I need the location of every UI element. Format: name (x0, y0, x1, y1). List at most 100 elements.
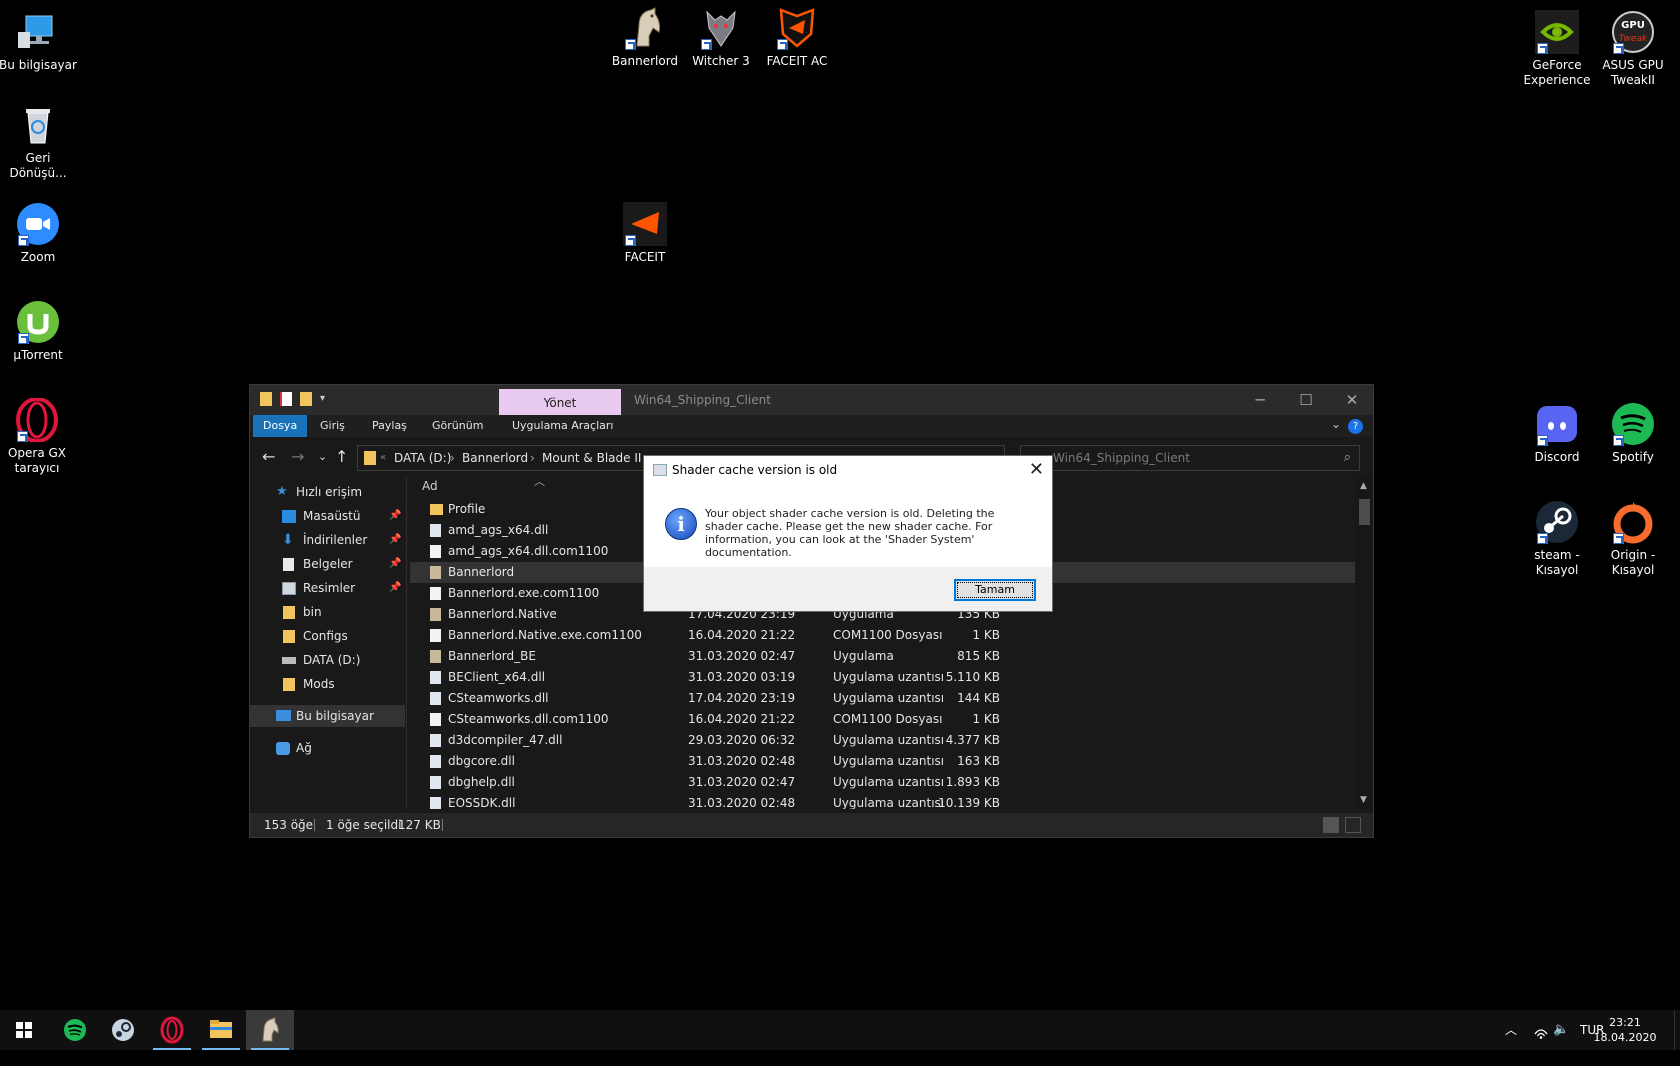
details-view-icon[interactable] (1323, 817, 1339, 833)
forward-arrow-icon[interactable]: → (291, 447, 304, 466)
large-icons-view-icon[interactable] (1345, 817, 1361, 833)
taskbar-spotify[interactable] (51, 1010, 99, 1050)
desktop-icon-faceit-ac[interactable]: FACEIT AC (758, 6, 836, 69)
nav-item-desktop[interactable]: Masaüstü 📌 (250, 505, 405, 527)
taskbar-file-explorer[interactable] (197, 1010, 245, 1050)
up-arrow-icon[interactable]: ↑ (335, 447, 348, 466)
file-name: Bannerlord.exe.com1100 (448, 586, 600, 600)
pin-icon[interactable]: 📌 (389, 505, 401, 527)
nav-item-documents[interactable]: Belgeler 📌 (250, 553, 405, 575)
start-button[interactable] (0, 1010, 48, 1050)
scroll-down-arrow-icon[interactable]: ▼ (1360, 795, 1367, 805)
nvidia-icon (1535, 10, 1579, 54)
file-name: Profile (448, 502, 486, 516)
folder-icon (283, 630, 295, 643)
recent-locations-chevron-icon[interactable]: ⌄ (318, 450, 327, 463)
nav-item-downloads[interactable]: ⬇ İndirilenler 📌 (250, 529, 405, 551)
tab-share[interactable]: Paylaş (372, 415, 407, 437)
network-wifi-icon[interactable] (1533, 1010, 1549, 1050)
tab-file[interactable]: Dosya (253, 415, 308, 437)
pictures-icon (282, 582, 296, 595)
wolf-medallion-icon (699, 6, 743, 50)
table-row[interactable]: d3dcompiler_47.dll 29.03.2020 06:32 Uygula… (410, 730, 1355, 751)
file-type: Uygulama uzantısı (833, 796, 945, 809)
close-button[interactable]: ✕ (1329, 385, 1375, 415)
new-folder-icon[interactable] (300, 392, 312, 406)
nav-item-data-drive[interactable]: DATA (D:) (250, 649, 405, 671)
desktop-icon-recycle-bin[interactable]: Geri Dönüşü... (0, 103, 77, 181)
tab-home[interactable]: Giriş (320, 415, 345, 437)
desktop-icon-opera-gx[interactable]: Opera GX tarayıcı (0, 397, 75, 476)
desktop-icon-asus-gpu-tweak[interactable]: GPU Tweak ASUS GPU TweakII (1594, 10, 1672, 88)
nav-item-mods[interactable]: Mods (250, 673, 405, 695)
table-row[interactable]: CSteamworks.dll 17.04.2020 23:19 Uygulama … (410, 688, 1355, 709)
desktop-icon-witcher[interactable]: Witcher 3 (682, 6, 760, 69)
search-input[interactable]: Win64_Shipping_Client ⌕ (1020, 445, 1360, 471)
horse-icon (262, 1017, 279, 1042)
desktop-icon-discord[interactable]: Discord (1518, 402, 1596, 465)
nav-item-pictures[interactable]: Resimler 📌 (250, 577, 405, 599)
nav-item-network[interactable]: Ağ (250, 737, 405, 759)
dialog-close-icon[interactable]: ✕ (1029, 459, 1044, 480)
taskbar-steam[interactable] (99, 1010, 147, 1050)
customize-toolbar-icon[interactable]: ▾ (320, 392, 325, 406)
help-icon[interactable]: ? (1348, 419, 1363, 434)
minimize-button[interactable]: ─ (1237, 385, 1283, 415)
search-icon[interactable]: ⌕ (1344, 446, 1351, 470)
table-row[interactable]: CSteamworks.dll.com1100 16.04.2020 21:22 C… (410, 709, 1355, 730)
folder-icon (210, 1020, 232, 1038)
desktop-icon-label: Origin - Kısayol (1610, 548, 1656, 577)
nav-item-configs[interactable]: Configs (250, 625, 405, 647)
back-arrow-icon[interactable]: ← (262, 447, 275, 466)
folder-icon (283, 606, 295, 619)
pin-icon[interactable]: 📌 (389, 553, 401, 575)
overflow-chevron-icon[interactable]: « (380, 446, 386, 470)
folder-icon[interactable] (260, 392, 272, 406)
breadcrumb-mount-blade[interactable]: Mount & Blade II (542, 446, 641, 470)
table-row[interactable]: Bannerlord_BE 31.03.2020 02:47 Uygulama 815… (410, 646, 1355, 667)
shortcut-arrow-icon (701, 39, 712, 50)
show-desktop-button[interactable] (1674, 1010, 1680, 1050)
nav-item-bin[interactable]: bin (250, 601, 405, 623)
breadcrumb-bannerlord[interactable]: Bannerlord (462, 446, 528, 470)
desktop-icon-utorrent[interactable]: µTorrent (0, 300, 77, 363)
table-row[interactable]: EOSSDK.dll 31.03.2020 02:48 Uygulama uzant… (410, 793, 1355, 809)
table-row[interactable]: Bannerlord.Native.exe.com1100 16.04.2020 … (410, 625, 1355, 646)
desktop-icon-zoom[interactable]: Zoom (0, 202, 77, 265)
table-row[interactable]: BEClient_x64.dll 31.03.2020 03:19 Uygulama… (410, 667, 1355, 688)
volume-icon[interactable]: 🔈 (1553, 1010, 1569, 1050)
desktop-icon-this-pc[interactable]: Bu bilgisayar (0, 10, 77, 73)
maximize-button[interactable]: ☐ (1283, 385, 1329, 415)
breadcrumb-separator-icon[interactable]: › (450, 446, 455, 470)
breadcrumb-separator-icon[interactable]: › (530, 446, 535, 470)
desktop-icon-bannerlord[interactable]: Bannerlord (606, 6, 684, 69)
properties-icon[interactable] (280, 392, 292, 406)
table-row[interactable]: dbgcore.dll 31.03.2020 02:48 Uygulama uzan… (410, 751, 1355, 772)
show-hidden-icons-chevron-icon[interactable]: ︿ (1505, 1010, 1517, 1050)
breadcrumb-drive[interactable]: DATA (D:) (394, 446, 451, 470)
system-clock[interactable]: 23:21 18.04.2020 (1590, 1015, 1660, 1045)
table-row[interactable]: dbghelp.dll 31.03.2020 02:47 Uygulama uzan… (410, 772, 1355, 793)
scrollbar-thumb[interactable] (1359, 499, 1370, 525)
tab-application-tools[interactable]: Uygulama Araçları (512, 415, 613, 437)
taskbar-opera-gx[interactable] (148, 1010, 196, 1050)
column-header-name[interactable]: Ad (422, 479, 438, 493)
vertical-scrollbar[interactable]: ▲ ▼ (1356, 477, 1373, 809)
expand-ribbon-icon[interactable]: ⌄ (1331, 417, 1341, 431)
scroll-up-arrow-icon[interactable]: ▲ (1360, 481, 1367, 491)
pin-icon[interactable]: 📌 (389, 577, 401, 599)
tab-view[interactable]: Görünüm (432, 415, 483, 437)
desktop-icon-geforce[interactable]: GeForce Experience (1518, 10, 1596, 88)
taskbar-bannerlord[interactable] (246, 1010, 294, 1050)
ok-button[interactable]: Tamam (954, 579, 1036, 601)
desktop-icon-spotify[interactable]: Spotify (1594, 402, 1672, 465)
shortcut-arrow-icon (1537, 533, 1548, 544)
desktop-icon-steam[interactable]: steam - Kısayol (1518, 500, 1596, 578)
pane-splitter[interactable] (406, 477, 407, 809)
desktop-icon-faceit[interactable]: FACEIT (606, 202, 684, 265)
pin-icon[interactable]: 📌 (389, 529, 401, 551)
nav-item-quick-access[interactable]: ★ Hızlı erişim (250, 481, 405, 503)
tab-manage[interactable]: Yönet (499, 389, 621, 415)
nav-item-this-pc[interactable]: Bu bilgisayar (250, 705, 405, 727)
desktop-icon-origin[interactable]: Origin - Kısayol (1594, 500, 1672, 578)
